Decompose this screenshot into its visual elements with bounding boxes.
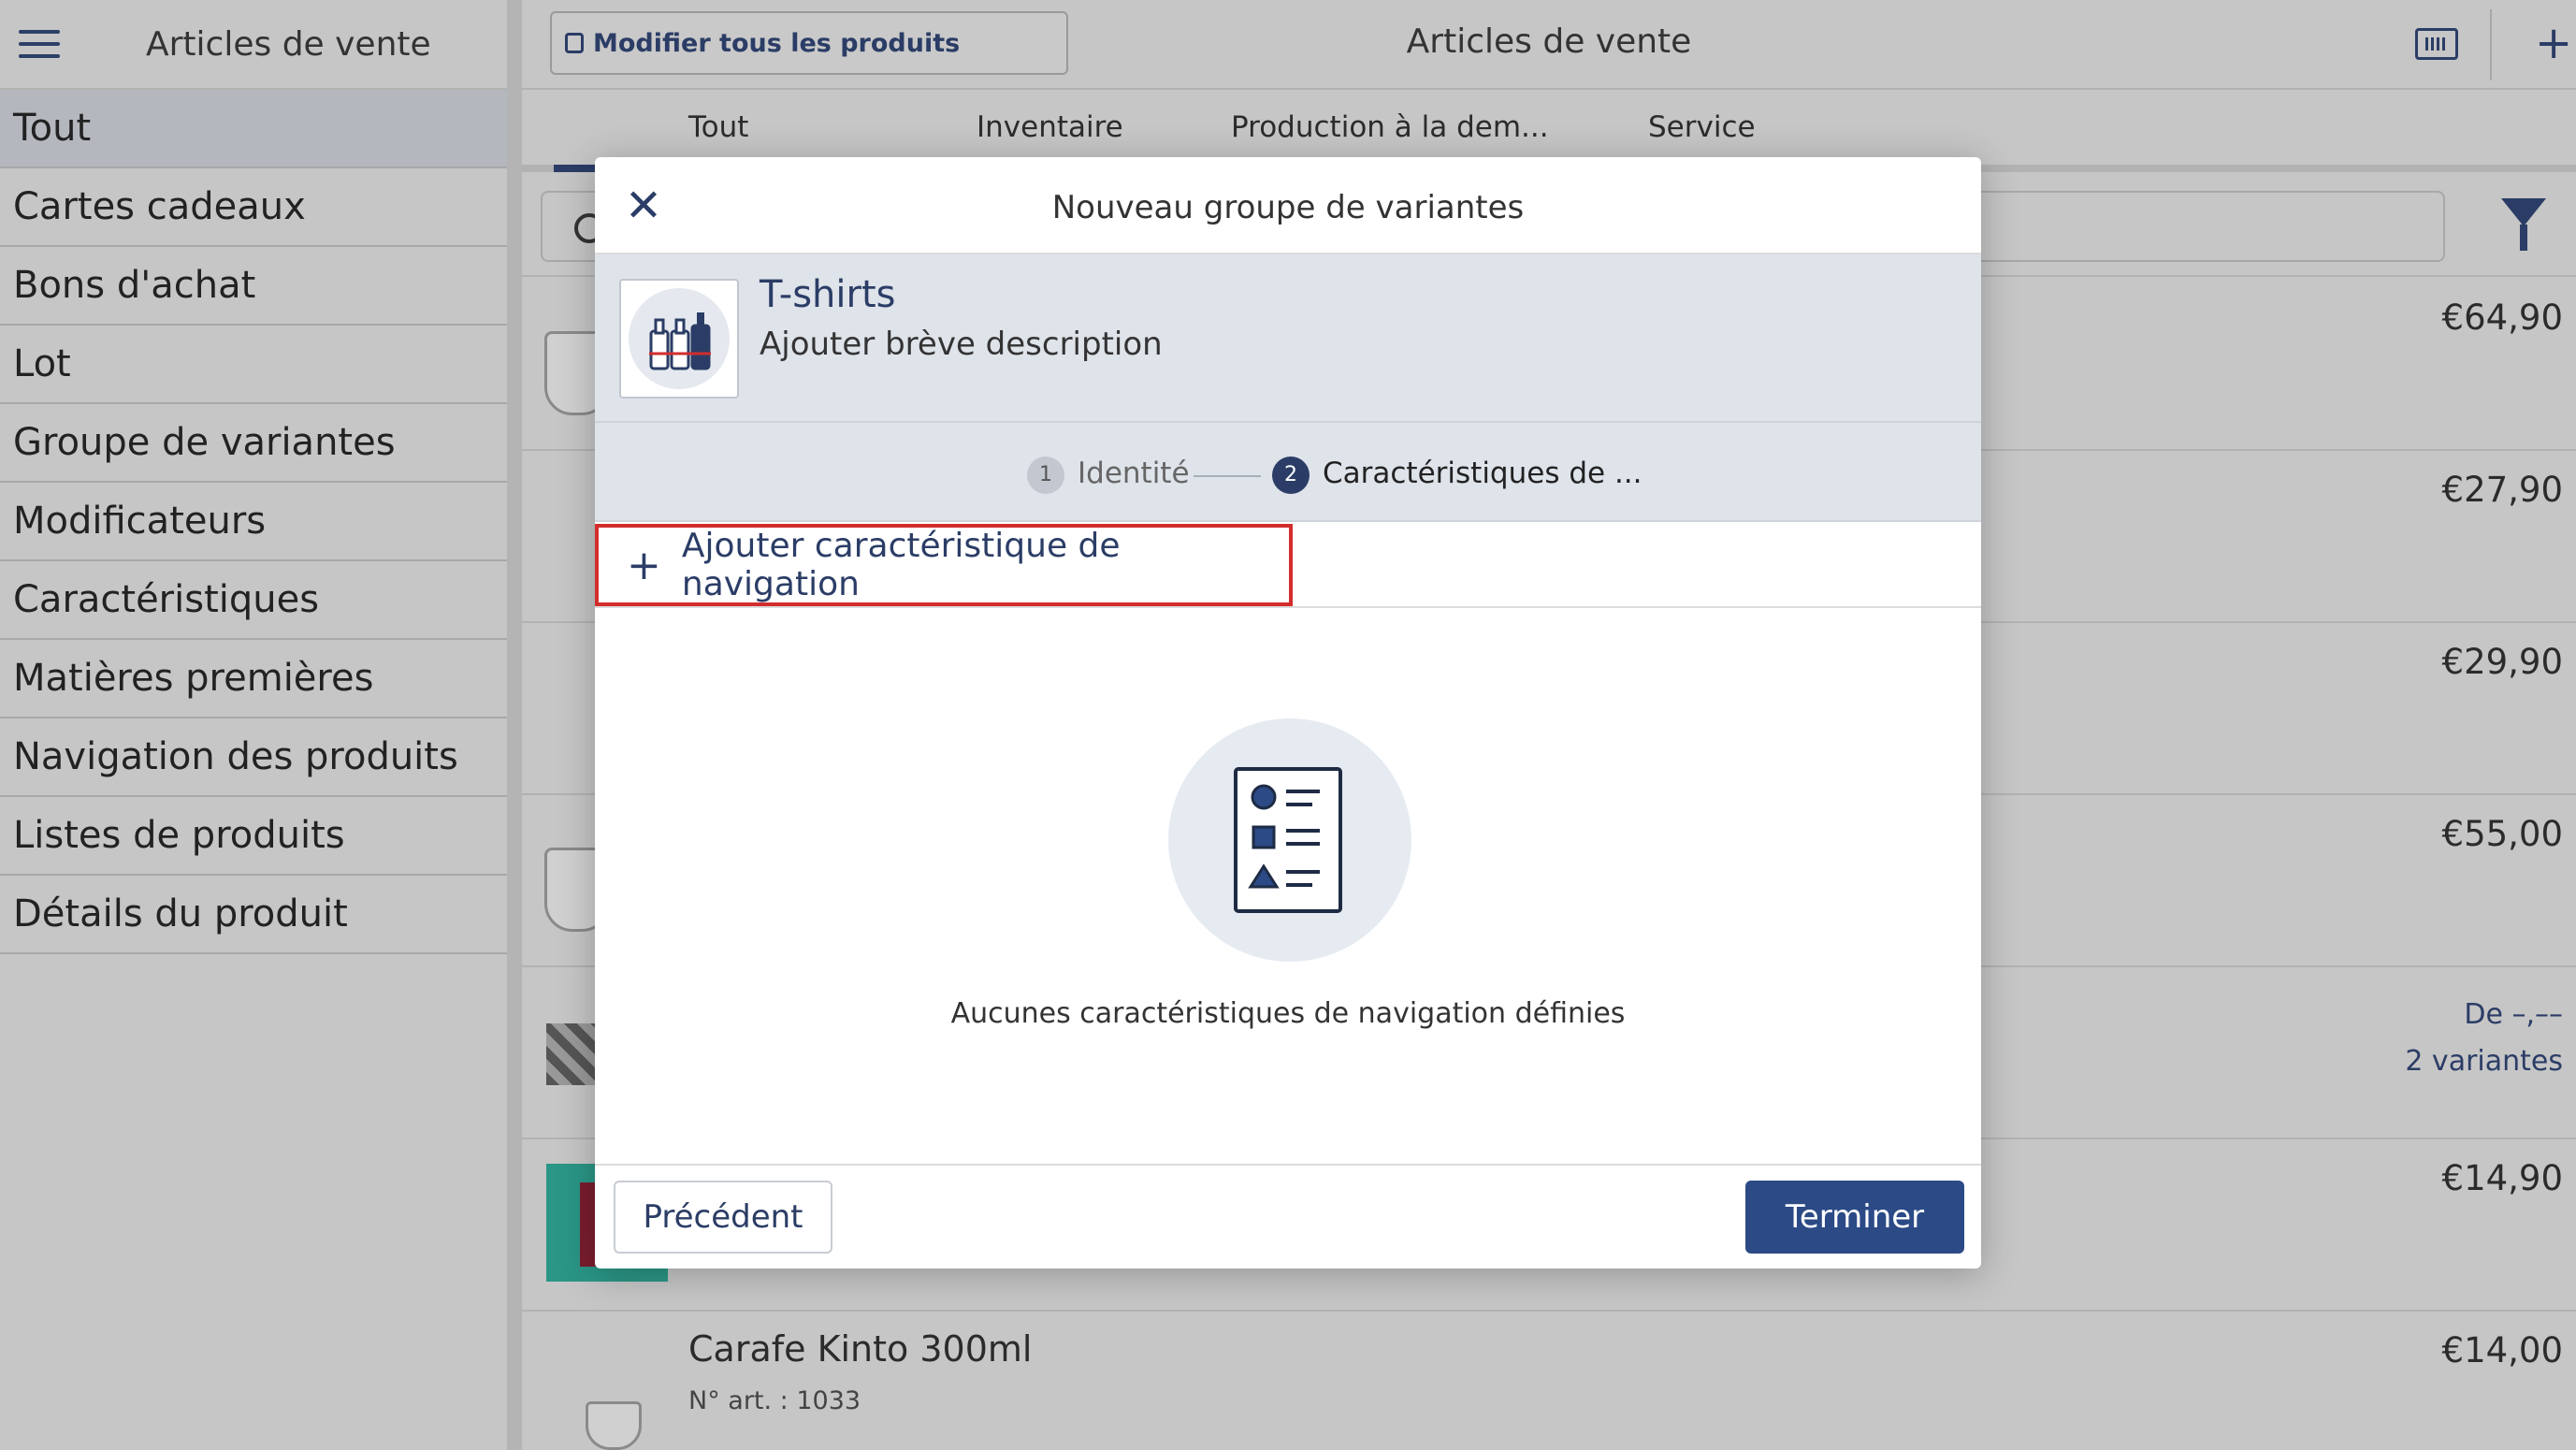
product-image[interactable] bbox=[619, 279, 739, 399]
tab-tout[interactable]: Tout bbox=[688, 110, 748, 144]
sidebar: Articles de vente Tout Cartes cadeaux Bo… bbox=[0, 0, 507, 1450]
sidebar-item-groupe-variantes[interactable]: Groupe de variantes bbox=[0, 404, 507, 483]
sidebar-item-bons-achat[interactable]: Bons d'achat bbox=[0, 247, 507, 326]
add-description-link[interactable]: Ajouter brève description bbox=[760, 326, 1163, 363]
finish-button[interactable]: Terminer bbox=[1745, 1181, 1964, 1254]
product-price: €14,90 bbox=[2441, 1158, 2563, 1198]
step-2-number: 2 bbox=[1272, 457, 1310, 494]
sidebar-title: Articles de vente bbox=[146, 24, 431, 64]
sidebar-item-navigation-produits[interactable]: Navigation des produits bbox=[0, 718, 507, 797]
product-price-from: De –,–– 2 variantes bbox=[2405, 992, 2563, 1085]
empty-state-message: Aucunes caractéristiques de navigation d… bbox=[950, 997, 1626, 1030]
barcode-scanner-icon[interactable] bbox=[2415, 28, 2458, 60]
sidebar-item-listes-produits[interactable]: Listes de produits bbox=[0, 797, 507, 876]
sidebar-item-details-produit[interactable]: Détails du produit bbox=[0, 876, 507, 954]
price-from-label: De –,–– bbox=[2464, 998, 2563, 1031]
new-variant-group-dialog: ✕ Nouveau groupe de variantes T-shirts A… bbox=[595, 157, 1981, 1269]
tab-service[interactable]: Service bbox=[1648, 110, 1756, 144]
dialog-header: ✕ Nouveau groupe de variantes bbox=[595, 157, 1981, 254]
step-1-label[interactable]: Identité bbox=[1078, 457, 1190, 490]
step-2-label[interactable]: Caractéristiques de ... bbox=[1323, 457, 1643, 490]
tab-inventaire[interactable]: Inventaire bbox=[977, 110, 1123, 144]
plus-icon: + bbox=[627, 541, 661, 589]
product-row[interactable]: Carafe Kinto 300ml N° art. : 1033 €14,00 bbox=[522, 1312, 2576, 1450]
sidebar-item-caracteristiques[interactable]: Caractéristiques bbox=[0, 561, 507, 640]
sidebar-item-cartes-cadeaux[interactable]: Cartes cadeaux bbox=[0, 168, 507, 247]
product-thumbnail bbox=[546, 1023, 602, 1085]
sidebar-item-tout[interactable]: Tout bbox=[0, 90, 507, 168]
variants-count: 2 variantes bbox=[2405, 1045, 2563, 1078]
step-connector bbox=[1194, 475, 1261, 477]
previous-button[interactable]: Précédent bbox=[614, 1181, 832, 1254]
product-price: €29,90 bbox=[2441, 642, 2563, 682]
product-price: €64,90 bbox=[2441, 297, 2563, 338]
product-name: Carafe Kinto 300ml bbox=[688, 1328, 1033, 1370]
product-price: €14,00 bbox=[2441, 1330, 2563, 1370]
add-navigation-characteristic-label: Ajouter caractéristique de navigation bbox=[681, 527, 1121, 603]
characteristics-list-icon bbox=[1234, 767, 1342, 913]
tab-production-demande[interactable]: Production à la dem... bbox=[1231, 110, 1549, 144]
sidebar-item-modificateurs[interactable]: Modificateurs bbox=[0, 483, 507, 561]
add-navigation-characteristic-button[interactable]: + Ajouter caractéristique de navigation bbox=[595, 524, 1293, 606]
sidebar-header: Articles de vente bbox=[0, 0, 507, 90]
product-price: €27,90 bbox=[2441, 470, 2563, 510]
product-thumbnail bbox=[586, 1401, 642, 1450]
sidebar-item-matieres-premieres[interactable]: Matières premières bbox=[0, 640, 507, 718]
page-title: Articles de vente bbox=[1406, 22, 1692, 61]
product-sku: N° art. : 1033 bbox=[688, 1386, 861, 1415]
dialog-title: Nouveau groupe de variantes bbox=[1051, 189, 1525, 226]
footer-divider bbox=[595, 1164, 1981, 1166]
dialog-product-summary: T-shirts Ajouter brève description bbox=[595, 254, 1981, 423]
sidebar-item-lot[interactable]: Lot bbox=[0, 326, 507, 404]
bottles-icon bbox=[649, 312, 711, 370]
product-name: T-shirts bbox=[760, 273, 896, 316]
toolbar-divider bbox=[2490, 9, 2492, 80]
step-1-number: 1 bbox=[1027, 457, 1064, 494]
divider bbox=[595, 606, 1981, 608]
plus-icon[interactable]: + bbox=[2535, 17, 2572, 69]
step-indicator: 1 Identité 2 Caractéristiques de ... bbox=[595, 423, 1981, 522]
menu-icon[interactable] bbox=[19, 30, 60, 58]
top-bar: Modifier tous les produits Articles de v… bbox=[522, 0, 2576, 90]
filter-icon[interactable] bbox=[2501, 198, 2546, 251]
product-price: €55,00 bbox=[2441, 814, 2563, 854]
pane-divider[interactable] bbox=[507, 0, 522, 1450]
